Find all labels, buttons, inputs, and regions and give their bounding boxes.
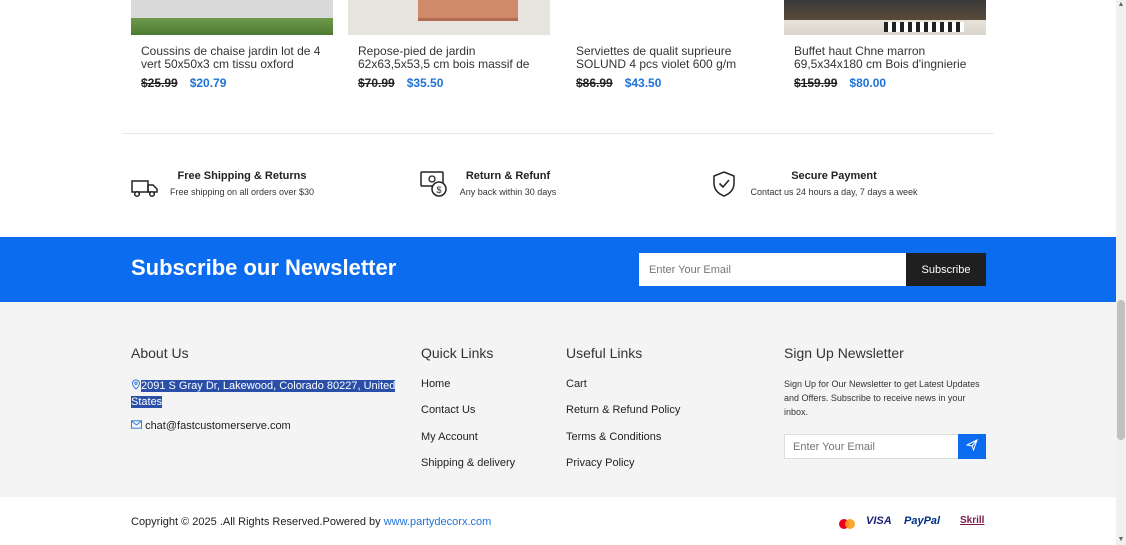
feature-title: Secure Payment (791, 170, 877, 182)
scrollbar[interactable]: ▲ ▼ (1116, 0, 1126, 545)
visa-icon: VISA (866, 515, 892, 527)
subscribe-button[interactable]: Subscribe (906, 253, 986, 286)
section-divider (122, 133, 994, 134)
product-card[interactable]: Coussins de chaise jardin lot de 4 vert … (131, 0, 333, 90)
link-my-account[interactable]: My Account (421, 431, 478, 443)
scroll-down-icon[interactable]: ▼ (1117, 536, 1125, 544)
feature-refund: $ Return & Refunf Any back within 30 day… (420, 170, 570, 210)
signup-send-button[interactable] (958, 434, 986, 459)
sale-price: $20.79 (189, 76, 227, 90)
newsletter-heading: Subscribe our Newsletter (131, 255, 397, 280)
old-price: $159.99 (794, 76, 838, 90)
product-card[interactable]: Serviettes de qualit suprieure SOLUND 4 … (566, 0, 768, 90)
refund-icon: $ (420, 171, 447, 197)
scroll-up-icon[interactable]: ▲ (1117, 1, 1125, 9)
paypal-icon: PayPal (904, 515, 941, 527)
old-price: $70.99 (358, 76, 395, 90)
feature-title: Free Shipping & Returns (177, 170, 307, 182)
email-contact[interactable]: chat@fastcustomerserve.com (131, 420, 291, 432)
product-name[interactable]: Repose-pied de jardin 62x63,5x53,5 cm bo… (358, 45, 543, 71)
shield-check-icon (713, 171, 735, 197)
truck-icon (131, 180, 158, 198)
about-us-title: About Us (131, 345, 189, 361)
link-shipping-delivery[interactable]: Shipping & delivery (421, 457, 515, 469)
skrill-icon: Skrill (960, 515, 985, 526)
copyright: Copyright © 2025 .All Rights Reserved.Po… (131, 516, 491, 528)
sale-price: $35.50 (406, 76, 444, 90)
feature-shipping: Free Shipping & Returns Free shipping on… (131, 170, 321, 210)
signup-newsletter-title: Sign Up Newsletter (784, 345, 904, 361)
newsletter-email-input[interactable] (639, 253, 907, 286)
old-price: $25.99 (141, 76, 178, 90)
product-card[interactable]: Repose-pied de jardin 62x63,5x53,5 cm bo… (348, 0, 550, 90)
product-image[interactable] (566, 0, 768, 35)
footer: About Us 2091 S Gray Dr, Lakewood, Color… (0, 302, 1116, 497)
quick-links-title: Quick Links (421, 345, 494, 361)
bottom-bar: Copyright © 2025 .All Rights Reserved.Po… (0, 497, 1116, 545)
product-name[interactable]: Serviettes de qualit suprieure SOLUND 4 … (576, 45, 761, 71)
signup-description: Sign Up for Our Newsletter to get Latest… (784, 379, 980, 417)
link-privacy-policy[interactable]: Privacy Policy (566, 457, 634, 469)
old-price: $86.99 (576, 76, 613, 90)
mail-icon (131, 420, 142, 429)
newsletter-band: Subscribe our Newsletter Subscribe (0, 237, 1116, 302)
link-cart[interactable]: Cart (566, 378, 587, 390)
powered-by-link[interactable]: www.partydecorx.com (384, 516, 492, 528)
product-strip: Coussins de chaise jardin lot de 4 vert … (131, 0, 987, 110)
send-icon (965, 439, 978, 452)
feature-subtitle: Any back within 30 days (459, 187, 557, 197)
link-terms-conditions[interactable]: Terms & Conditions (566, 431, 661, 443)
sale-price: $43.50 (624, 76, 662, 90)
sale-price: $80.00 (849, 76, 887, 90)
feature-payment: Secure Payment Contact us 24 hours a day… (712, 170, 927, 210)
link-return-refund-policy[interactable]: Return & Refund Policy (566, 404, 680, 416)
useful-links-title: Useful Links (566, 345, 643, 361)
feature-title: Return & Refunf (465, 170, 551, 182)
product-image[interactable] (784, 0, 986, 35)
copyright-text: Copyright © 2025 .All Rights Reserved.Po… (131, 516, 384, 528)
email-text[interactable]: chat@fastcustomerserve.com (145, 420, 291, 432)
product-image[interactable] (131, 0, 333, 35)
link-contact-us[interactable]: Contact Us (421, 404, 475, 416)
map-pin-icon (132, 379, 140, 390)
product-card[interactable]: Buffet haut Chne marron 69,5x34x180 cm B… (784, 0, 986, 90)
feature-subtitle: Free shipping on all orders over $30 (169, 187, 315, 197)
mastercard-icon (839, 519, 855, 529)
address-text: 2091 S Gray Dr, Lakewood, Colorado 80227… (131, 380, 396, 408)
product-image[interactable] (348, 0, 550, 35)
product-name[interactable]: Coussins de chaise jardin lot de 4 vert … (141, 45, 326, 71)
scrollbar-thumb[interactable] (1117, 300, 1125, 440)
page: Coussins de chaise jardin lot de 4 vert … (0, 0, 1116, 545)
product-name[interactable]: Buffet haut Chne marron 69,5x34x180 cm B… (794, 45, 979, 71)
signup-email-input[interactable] (784, 434, 959, 459)
link-home[interactable]: Home (421, 378, 450, 390)
svg-text:$: $ (436, 185, 441, 195)
feature-subtitle: Contact us 24 hours a day, 7 days a week (750, 187, 918, 197)
address: 2091 S Gray Dr, Lakewood, Colorado 80227… (131, 378, 396, 410)
